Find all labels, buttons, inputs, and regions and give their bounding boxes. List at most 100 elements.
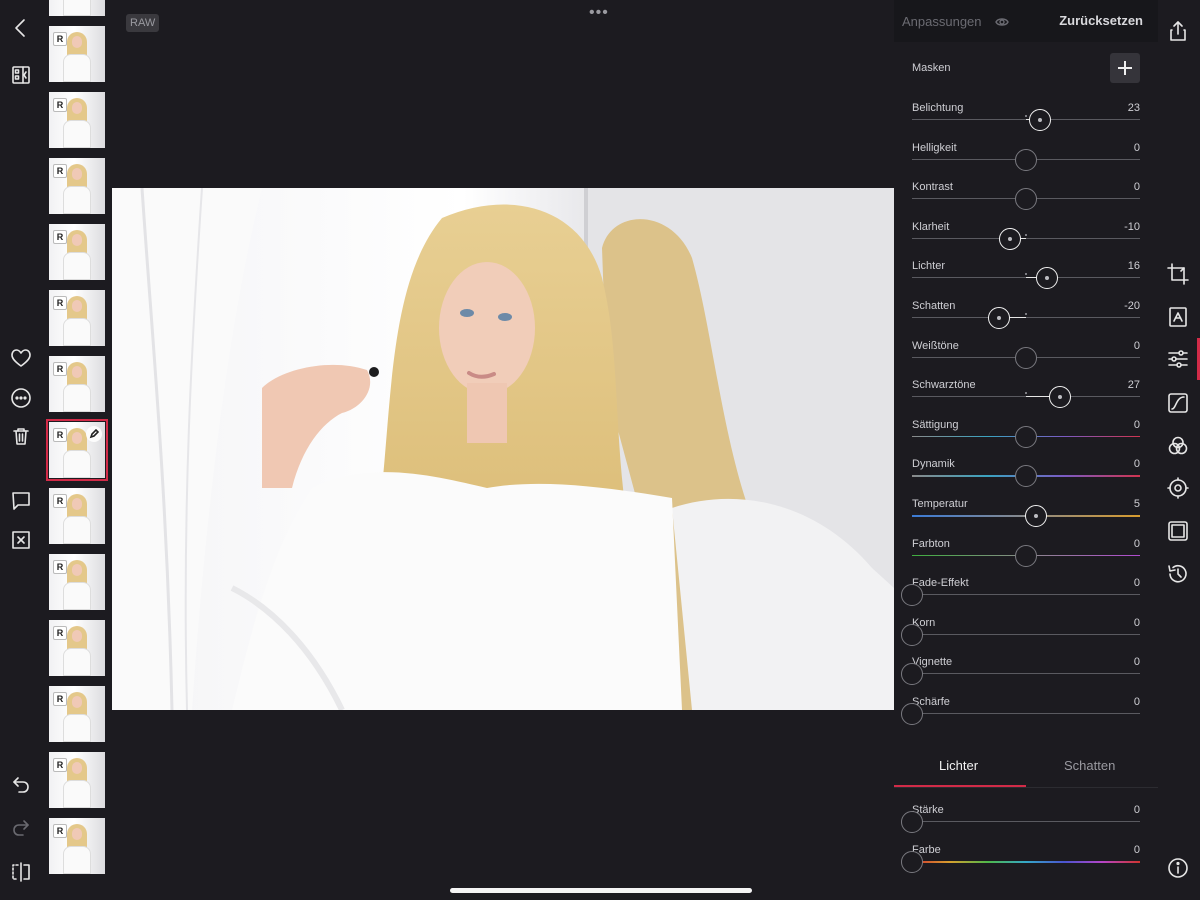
- slider-schatten[interactable]: Schatten -20: [912, 298, 1140, 338]
- slider-vignette[interactable]: Vignette 0: [901, 654, 1140, 694]
- slider-value: 0: [1133, 616, 1140, 629]
- filmstrip-thumbnail[interactable]: R: [49, 620, 105, 676]
- filmstrip-thumbnail[interactable]: R: [49, 488, 105, 544]
- slider-sättigung[interactable]: Sättigung 0: [912, 417, 1140, 457]
- filmstrip-thumbnail[interactable]: R: [46, 419, 108, 481]
- adjust-sliders-icon[interactable]: [1167, 348, 1189, 370]
- filmstrip-thumbnail[interactable]: R: [49, 224, 105, 280]
- slider-thumb[interactable]: [1015, 544, 1037, 567]
- frame-icon[interactable]: [1167, 520, 1189, 542]
- slider-thumb[interactable]: [901, 811, 923, 833]
- slider-thumb[interactable]: [1025, 505, 1048, 527]
- slider-track[interactable]: [912, 821, 1140, 822]
- slider-thumb[interactable]: [901, 584, 923, 607]
- auto-icon[interactable]: [1167, 306, 1189, 328]
- slider-track[interactable]: [912, 633, 1140, 635]
- compare-icon[interactable]: [10, 861, 32, 883]
- slider-thumb[interactable]: [1035, 267, 1058, 290]
- slider-track[interactable]: [912, 594, 1140, 596]
- filmstrip-thumbnail[interactable]: R: [49, 158, 105, 214]
- edited-photo[interactable]: [112, 188, 894, 710]
- slider-thumb[interactable]: [901, 851, 923, 873]
- thumbnail-figure: [63, 384, 91, 412]
- slider-thumb[interactable]: [1015, 425, 1037, 448]
- curve-icon[interactable]: [1167, 392, 1189, 414]
- slider-farbton[interactable]: Farbton 0: [912, 536, 1140, 576]
- add-mask-button[interactable]: [1110, 53, 1140, 83]
- slider-value: 0: [1133, 577, 1140, 590]
- slider-thumb[interactable]: [1015, 188, 1037, 211]
- filmstrip-thumbnail[interactable]: R: [49, 26, 105, 82]
- filmstrip-thumbnail[interactable]: R: [49, 356, 105, 412]
- slider-fade-effekt[interactable]: Fade-Effekt 0: [901, 575, 1140, 615]
- raw-file-badge: R: [53, 428, 67, 442]
- slider-thumb[interactable]: [999, 227, 1022, 250]
- filmstrip-thumbnail[interactable]: R: [49, 818, 105, 874]
- filmstrip-thumbnail[interactable]: R: [49, 290, 105, 346]
- trash-icon[interactable]: [10, 425, 32, 447]
- slider-label: Schwarztöne: [912, 379, 976, 392]
- thumbnail-figure: [63, 516, 91, 544]
- canvas-more-icon[interactable]: •••: [589, 4, 609, 22]
- reject-flag-icon[interactable]: [10, 529, 32, 551]
- undo-icon[interactable]: [10, 774, 32, 796]
- slider-temperatur[interactable]: Temperatur 5: [912, 496, 1140, 536]
- slider-belichtung[interactable]: Belichtung 23: [912, 100, 1140, 140]
- tab-shadows[interactable]: Schatten: [1064, 758, 1115, 773]
- tab-highlights[interactable]: Lichter: [939, 758, 978, 773]
- slider-farbe[interactable]: Farbe 0: [901, 842, 1140, 882]
- filter-list-icon[interactable]: [10, 64, 32, 86]
- raw-file-badge: R: [53, 98, 67, 112]
- slider-kontrast[interactable]: Kontrast 0: [912, 179, 1140, 219]
- thumbnail-figure: [63, 780, 91, 808]
- filmstrip-thumbnail[interactable]: R: [49, 686, 105, 742]
- filmstrip-thumbnail[interactable]: R: [49, 752, 105, 808]
- filmstrip-thumbnail[interactable]: R: [49, 92, 105, 148]
- selective-icon[interactable]: [1167, 477, 1189, 499]
- slider-schwarztöne[interactable]: Schwarztöne 27: [912, 377, 1140, 417]
- slider-track[interactable]: [912, 673, 1140, 675]
- slider-thumb[interactable]: [1015, 346, 1037, 369]
- slider-track[interactable]: [912, 713, 1140, 714]
- slider-dynamik[interactable]: Dynamik 0: [912, 456, 1140, 496]
- filmstrip-thumbnail[interactable]: R: [49, 0, 105, 16]
- slider-schärfe[interactable]: Schärfe 0: [901, 694, 1140, 734]
- back-icon[interactable]: [10, 17, 32, 39]
- slider-track[interactable]: [912, 237, 1140, 239]
- slider-label: Sättigung: [912, 418, 959, 431]
- slider-weißtöne[interactable]: Weißtöne 0: [912, 338, 1140, 378]
- slider-thumb[interactable]: [1015, 465, 1037, 488]
- comment-icon[interactable]: [10, 490, 32, 512]
- heart-icon[interactable]: [10, 347, 32, 369]
- eye-icon[interactable]: [995, 15, 1009, 27]
- slider-thumb[interactable]: [1049, 386, 1072, 409]
- slider-lichter[interactable]: Lichter 16: [912, 258, 1140, 298]
- edit-panel: Anpassungen Zurücksetzen Masken Belichtu…: [894, 0, 1158, 900]
- slider-track[interactable]: [912, 861, 1140, 863]
- thumbnail-figure: [63, 318, 91, 346]
- thumbnail-figure: [72, 564, 82, 576]
- slider-thumb[interactable]: [901, 703, 923, 725]
- history-icon[interactable]: [1167, 563, 1189, 585]
- slider-thumb[interactable]: [1015, 148, 1037, 171]
- slider-thumb[interactable]: [901, 623, 923, 646]
- color-mix-icon[interactable]: [1167, 435, 1189, 457]
- reset-button[interactable]: Zurücksetzen: [1059, 13, 1143, 28]
- slider-stärke[interactable]: Stärke 0: [901, 802, 1140, 842]
- slider-thumb[interactable]: [987, 307, 1010, 329]
- crop-icon[interactable]: [1167, 263, 1189, 285]
- photo-canvas[interactable]: RAW •••: [112, 0, 894, 900]
- info-icon[interactable]: [1167, 857, 1189, 879]
- slider-klarheit[interactable]: Klarheit -10: [912, 219, 1140, 259]
- filmstrip[interactable]: R R R R R R R R R R R R R R: [42, 0, 112, 900]
- slider-helligkeit[interactable]: Helligkeit 0: [912, 140, 1140, 180]
- slider-thumb[interactable]: [901, 663, 923, 686]
- more-circle-icon[interactable]: [10, 387, 32, 409]
- share-icon[interactable]: [1167, 20, 1189, 42]
- filmstrip-thumbnail[interactable]: R: [49, 554, 105, 610]
- slider-thumb[interactable]: [1028, 109, 1051, 131]
- slider-track[interactable]: [912, 317, 1140, 318]
- redo-icon[interactable]: [10, 817, 32, 839]
- slider-korn[interactable]: Korn 0: [901, 615, 1140, 655]
- slider-value: 0: [1133, 656, 1140, 669]
